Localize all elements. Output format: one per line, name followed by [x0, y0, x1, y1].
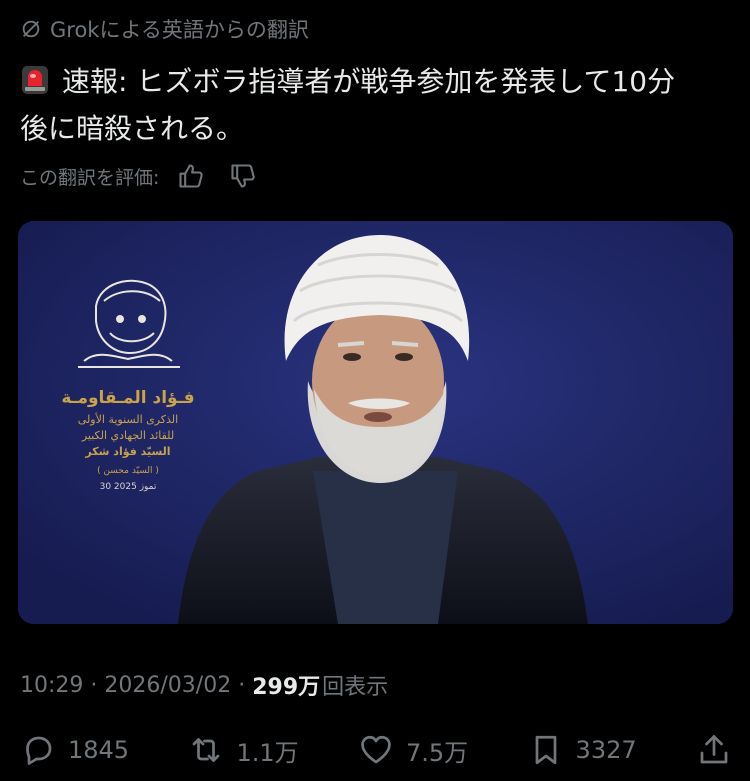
- meta-separator: ·: [238, 672, 246, 698]
- tweet-line-1: 速報: ヒズボラ指導者が戦争参加を発表して10分: [62, 65, 676, 98]
- logo-line-3: السيّد فؤاد شكر: [84, 445, 170, 458]
- logo-title: فـؤاد المـقاومـة: [61, 388, 194, 408]
- logo-line-1: الذكرى السنوية الأولى: [78, 412, 178, 426]
- view-label: 回表示: [322, 675, 389, 700]
- share-icon: [700, 735, 728, 764]
- repost-count: 1.1万: [236, 738, 299, 767]
- reply-count: 1845: [68, 736, 130, 764]
- thumbs-up-icon: [179, 164, 204, 188]
- logo-line-4: ( السيّد محسن ): [97, 466, 159, 476]
- grok-translation-note: Grokによる英語からの翻訳: [20, 14, 309, 44]
- rate-translation: この翻訳を評価:: [20, 160, 263, 192]
- like-icon: [361, 735, 391, 764]
- reply-icon: [26, 736, 52, 765]
- like-count: 7.5万: [406, 738, 469, 767]
- reply-button[interactable]: 1845: [20, 732, 129, 768]
- tweet-line-2: 後に暗殺される。: [20, 112, 245, 145]
- grok-icon: [22, 20, 40, 38]
- view-count: 299万: [252, 675, 321, 700]
- share-button[interactable]: [696, 732, 732, 768]
- bookmark-count: 3327: [575, 736, 637, 764]
- rate-label: この翻訳を評価:: [20, 166, 160, 189]
- bookmark-button[interactable]: 3327: [528, 732, 637, 768]
- tweet-action-bar: 1845 1.1万 7.5万 3327: [20, 728, 732, 772]
- tweet-metadata: 10:29 · 2026/03/02 · 299万 回表示: [20, 668, 388, 702]
- bookmark-icon: [535, 735, 556, 765]
- logo-line-2: للقائد الجهادي الكبير: [81, 429, 174, 442]
- tweet-media-image[interactable]: فـؤاد المـقاومـة الذكرى السنوية الأولى ل…: [18, 221, 733, 624]
- tweet-text: 速報: ヒズボラ指導者が戦争参加を発表して10分 後に暗殺される。: [20, 58, 735, 152]
- thumbs-down-button[interactable]: [223, 160, 263, 192]
- siren-icon: [22, 66, 48, 94]
- grok-translation-text: Grokによる英語からの翻訳: [50, 18, 309, 42]
- thumbs-up-button[interactable]: [171, 160, 211, 192]
- repost-icon: [193, 738, 220, 762]
- media-video-frame: فـؤاد المـقاومـة الذكرى السنوية الأولى ل…: [18, 221, 733, 624]
- logo-date: 30 تموز 2025: [100, 482, 157, 492]
- like-button[interactable]: 7.5万: [358, 732, 468, 768]
- tweet-time: 10:29: [20, 672, 84, 698]
- meta-separator: ·: [90, 672, 98, 698]
- tweet-date: 2026/03/02: [104, 672, 232, 698]
- thumbs-down-icon: [231, 164, 256, 188]
- repost-button[interactable]: 1.1万: [188, 732, 299, 768]
